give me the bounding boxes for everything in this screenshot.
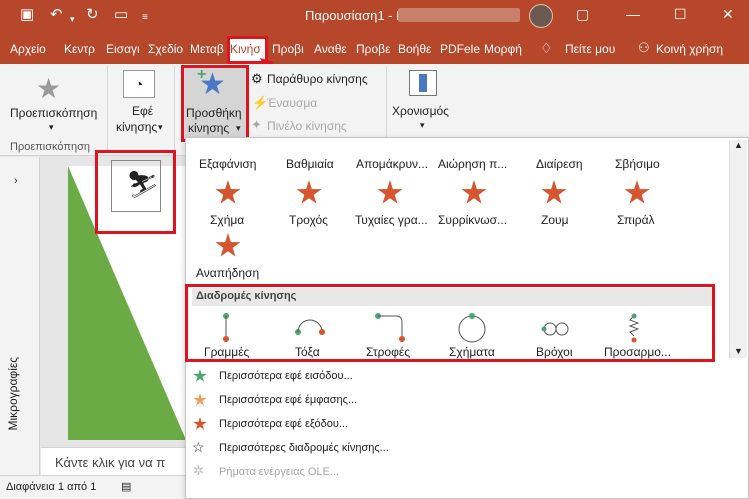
undo-dropdown-icon[interactable]: ▾ [70, 11, 75, 27]
trigger-button[interactable]: Έναυσμα [267, 96, 317, 110]
exit-effect-label[interactable]: Διαίρεση [536, 157, 583, 171]
animation-painter-icon: ✦ [251, 117, 262, 132]
redo-icon[interactable]: ↻ [86, 7, 99, 23]
trigger-icon: ⚡ [252, 95, 269, 110]
ribbon-tabs: Αρχείο Κεντρ Εισαγι Σχεδίο Μεταβ Προβι Α… [0, 34, 749, 64]
expand-chevron-icon[interactable]: › [14, 175, 18, 187]
slide-counter: Διαφάνεια 1 από 1 [6, 481, 97, 493]
highlight-selected-image [95, 150, 176, 234]
animation-pane-icon: ⚙ [251, 71, 263, 86]
exit-effect-label[interactable]: Σπιράλ [617, 213, 655, 227]
preview-star-icon: ★ [36, 73, 62, 104]
more-exit-effects[interactable]: Περισσότερα εφέ εξόδου... [219, 418, 348, 430]
ole-verbs-icon: ✲ [193, 463, 204, 478]
exit-effect-label[interactable]: Εξαφάνιση [199, 157, 256, 171]
maximize-icon[interactable]: ☐ [674, 6, 687, 23]
tab-home[interactable]: Κεντρ [64, 42, 95, 56]
undo-icon[interactable]: ↶ [50, 7, 63, 23]
timing-dropdown-icon[interactable]: ▾ [420, 120, 425, 131]
exit-effect-label[interactable]: Απομάκρυν... [356, 157, 428, 171]
minimize-icon[interactable]: — [626, 6, 640, 22]
share-person-icon[interactable]: ⚇ [638, 40, 650, 56]
exit-effect-label[interactable]: Τυχαίες γρα... [355, 213, 428, 227]
notes-placeholder: Κάντε κλικ για να π [55, 455, 166, 470]
title-bar: ▣ ↶ ▾ ↻ ▭ ≡ Παρουσίαση1 - PowerPoint ▢ —… [0, 0, 749, 34]
preview-dropdown-icon[interactable]: ▾ [49, 122, 54, 133]
more-emphasis-effects[interactable]: Περισσότερα εφέ έμφασης... [219, 394, 357, 406]
tab-design[interactable]: Σχεδίο [148, 42, 183, 56]
scroll-up-icon[interactable]: ▲ [734, 140, 743, 150]
exit-effect-label[interactable]: Τροχός [289, 213, 328, 227]
highlight-add-animation [181, 65, 249, 142]
preview-button[interactable]: Προεπισκόπηση [10, 106, 97, 120]
effect-options-icon: ◔ [123, 70, 155, 98]
scroll-down-icon[interactable]: ▼ [734, 346, 743, 356]
animation-pane-button[interactable]: Παράθυρο κίνησης [267, 72, 368, 86]
customize-qat-icon[interactable]: ≡ [142, 10, 148, 26]
more-entrance-effects[interactable]: Περισσότερα εφέ εισόδου... [219, 370, 353, 382]
save-icon[interactable]: ▣ [20, 7, 34, 23]
effect-options-label[interactable]: Εφέ [132, 104, 153, 118]
tell-me-search[interactable]: Πείτε μου [565, 42, 615, 56]
ole-action-verbs: Ρήματα ενέργειας OLE... [219, 466, 340, 478]
effect-options-label2[interactable]: κίνησης [116, 120, 157, 134]
exit-effect-label[interactable]: Συρρίκνωσ... [438, 213, 507, 227]
exit-effect-label[interactable]: Βαθμιαία [286, 157, 334, 171]
user-name-blurred [398, 8, 520, 22]
tab-review[interactable]: Αναθε [314, 42, 347, 56]
avatar[interactable] [529, 4, 553, 28]
thumbnails-label[interactable]: Μικρογραφίες [6, 357, 20, 431]
motion-path-star-icon: ☆ [192, 439, 205, 455]
tab-file[interactable]: Αρχείο [10, 42, 46, 56]
exit-effect-label[interactable]: Σχήμα [210, 213, 244, 227]
gallery-scrollbar[interactable]: ▲ ▼ [729, 140, 747, 358]
tab-pdfelement[interactable]: PDFele [440, 42, 480, 56]
timing-button[interactable]: Χρονισμός [392, 104, 449, 118]
timing-icon [409, 70, 437, 96]
more-motion-paths[interactable]: Περισσότερες διαδρομές κίνησης... [219, 442, 389, 454]
tab-insert[interactable]: Εισαγι [106, 42, 140, 56]
tab-help[interactable]: Βοήθε [398, 42, 431, 56]
tab-view[interactable]: Προβε [356, 42, 390, 56]
group-divider [174, 66, 175, 152]
spellcheck-icon[interactable]: ▤ [121, 480, 131, 493]
highlight-motion-paths [185, 284, 715, 362]
tab-transitions[interactable]: Μεταβ [190, 42, 224, 56]
notes-area[interactable]: Κάντε κλικ για να π [41, 447, 186, 475]
share-button[interactable]: Κοινή χρήση [656, 42, 723, 56]
exit-effect-label[interactable]: Σβήσιμο [615, 157, 660, 171]
effect-options-dropdown-icon[interactable]: ▾ [158, 122, 163, 133]
tab-format[interactable]: Μορφή [484, 42, 522, 56]
group-divider [107, 66, 108, 152]
exit-effect-label[interactable]: Αναπήδηση [196, 266, 259, 280]
lightbulb-icon: ♢ [540, 40, 553, 56]
close-icon[interactable]: ✕ [722, 6, 734, 23]
exit-effect-label[interactable]: Ζουμ [541, 213, 568, 227]
tab-slideshow[interactable]: Προβι [272, 42, 304, 56]
animation-painter-button[interactable]: Πινέλο κίνησης [267, 119, 347, 133]
exit-effect-label[interactable]: Αιώρηση π... [438, 157, 507, 171]
preview-group-label: Προεπισκόπηση [10, 141, 90, 153]
ribbon-display-icon[interactable]: ▢ [576, 6, 589, 23]
thumbnail-pane: › Μικρογραφίες [0, 157, 40, 475]
present-icon[interactable]: ▭ [114, 7, 128, 23]
